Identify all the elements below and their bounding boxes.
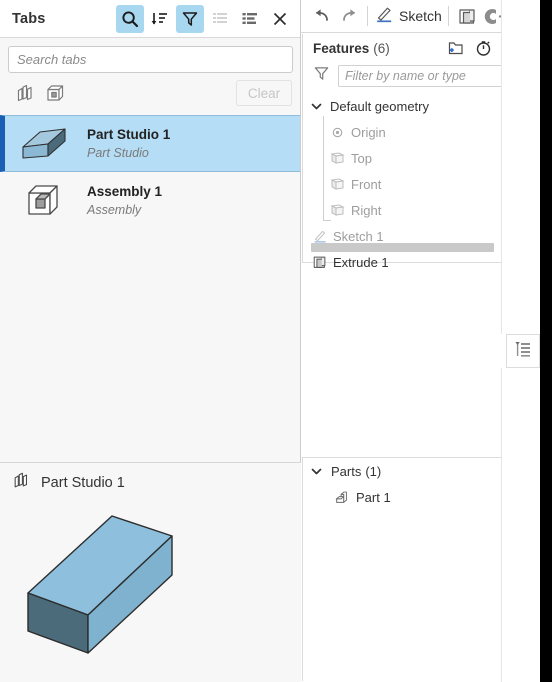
assembly-thumbnail-icon: [17, 181, 71, 221]
feature-label: Top: [351, 150, 372, 166]
part-studio-thumbnail-icon: [17, 123, 71, 165]
preview-header: Part Studio 1: [0, 463, 301, 503]
tabs-panel-header: Tabs: [0, 0, 300, 38]
tab-item-type: Assembly: [87, 203, 142, 217]
filter-icon[interactable]: [176, 4, 204, 33]
tab-list-item-assembly-1[interactable]: Assembly 1 Assembly: [0, 172, 300, 229]
tab-item-name: Assembly 1: [87, 184, 163, 199]
feature-item-right[interactable]: Right: [303, 197, 501, 223]
close-icon[interactable]: [266, 5, 294, 33]
preview-model: [27, 515, 173, 654]
plane-icon: [329, 150, 346, 166]
part-icon: [333, 489, 350, 505]
extrude-icon[interactable]: [455, 3, 481, 29]
plane-icon: [329, 202, 346, 218]
tab-item-text: Part Studio 1 Part Studio: [87, 126, 170, 161]
preview-title: Part Studio 1: [41, 475, 125, 491]
parts-title: Parts: [331, 463, 362, 479]
undo-icon[interactable]: [309, 3, 335, 29]
tab-item-text: Assembly 1 Assembly: [87, 183, 162, 218]
search-icon[interactable]: [116, 4, 144, 33]
tabs-panel-title: Tabs: [12, 10, 46, 27]
sort-icon[interactable]: [146, 5, 174, 33]
clear-button[interactable]: Clear: [236, 80, 292, 106]
features-count: (6): [373, 40, 390, 56]
feature-group-default-geometry[interactable]: Default geometry: [303, 93, 501, 119]
preview-3d-viewport[interactable]: [0, 503, 301, 682]
feature-item-front[interactable]: Front: [303, 171, 501, 197]
rollback-timer-icon[interactable]: [471, 37, 495, 59]
parts-count: (1): [365, 463, 382, 479]
feature-item-origin[interactable]: Origin: [303, 119, 501, 145]
part-label: Part 1: [356, 489, 391, 505]
extrude-icon: [311, 254, 328, 270]
tab-item-type: Part Studio: [87, 146, 149, 160]
feature-label: Sketch 1: [333, 228, 384, 244]
detail-view-icon[interactable]: [236, 5, 264, 33]
tree-guide-line: [323, 116, 324, 220]
parts-group-header[interactable]: Parts (1): [303, 458, 501, 484]
plane-icon: [329, 176, 346, 192]
parts-panel: Parts (1) Part 1: [302, 457, 502, 681]
chevron-down-icon[interactable]: [311, 466, 325, 477]
tab-list-item-part-studio-1[interactable]: Part Studio 1 Part Studio: [0, 115, 300, 172]
tree-guide-foot: [323, 220, 331, 221]
list-view-icon[interactable]: [206, 5, 234, 33]
feature-item-top[interactable]: Top: [303, 145, 501, 171]
feature-label: Extrude 1: [333, 254, 389, 270]
feature-label: Front: [351, 176, 382, 192]
toolbar-divider: [367, 6, 368, 26]
tab-item-name: Part Studio 1: [87, 127, 171, 142]
right-strip-lower: [501, 368, 540, 682]
part-list-item-part-1[interactable]: Part 1: [303, 484, 501, 510]
features-title: Features: [313, 40, 370, 56]
tabs-filter-row: Clear: [0, 73, 300, 109]
feature-item-extrude-1[interactable]: Extrude 1: [303, 249, 501, 275]
window-edge-cutoff: [540, 0, 552, 682]
onshape-document-window: Tabs Search tabs Clear Part Studio 1 Par…: [0, 0, 552, 682]
feature-list-icon: [513, 339, 533, 364]
preview-pane: Part Studio 1: [0, 462, 301, 682]
new-folder-icon[interactable]: [443, 37, 467, 59]
part-studio-icon: [12, 471, 31, 495]
part-studio-filter-icon[interactable]: [10, 79, 40, 107]
features-horizontal-scrollbar[interactable]: [311, 243, 494, 252]
feature-label: Right: [351, 202, 382, 218]
filter-icon[interactable]: [313, 65, 330, 87]
features-header: Features (6): [303, 34, 501, 62]
chevron-down-icon[interactable]: [311, 101, 325, 112]
search-input[interactable]: [8, 46, 293, 73]
tabs-search-row: [0, 38, 300, 73]
sketch-pencil-icon: [374, 4, 394, 29]
sketch-button[interactable]: Sketch: [374, 3, 442, 29]
origin-icon: [329, 124, 346, 140]
assembly-filter-icon[interactable]: [40, 79, 70, 107]
feature-list-toggle[interactable]: [506, 334, 540, 368]
feature-filter-row: [303, 62, 515, 90]
sketch-pencil-icon: [311, 228, 328, 244]
toolbar-divider: [447, 6, 449, 26]
tabs-panel: Tabs Search tabs Clear Part Studio 1 Par…: [0, 0, 301, 682]
tab-list: Part Studio 1 Part Studio Assembly 1 Ass…: [0, 115, 300, 229]
sketch-label: Sketch: [399, 8, 442, 24]
feature-filter-input[interactable]: [338, 65, 515, 87]
feature-label: Origin: [351, 124, 386, 140]
right-strip-upper: [501, 0, 540, 334]
feature-label: Default geometry: [330, 98, 429, 114]
redo-icon[interactable]: [335, 3, 361, 29]
features-panel: Features (6) Filter by name or type Defa…: [302, 34, 515, 270]
